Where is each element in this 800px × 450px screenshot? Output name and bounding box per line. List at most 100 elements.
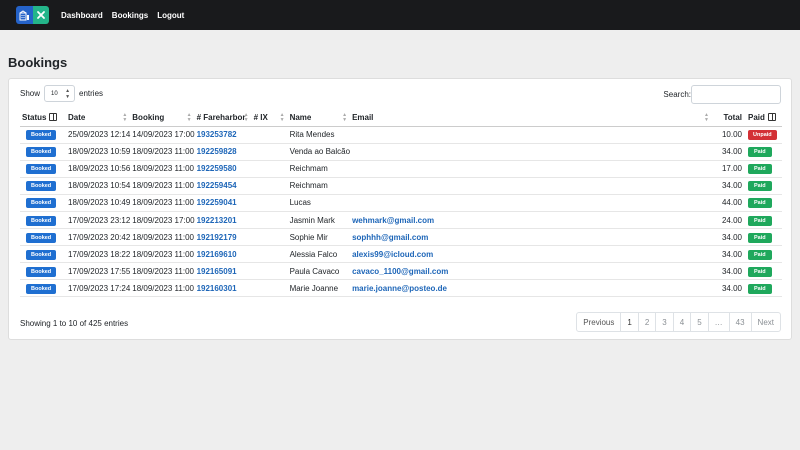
name-cell: Alessia Falco <box>287 245 351 264</box>
fareharbor-link[interactable]: 192259580 <box>197 164 237 173</box>
paid-badge[interactable]: Paid <box>748 283 772 294</box>
header-ix[interactable]: # IX ▲ ▼ <box>251 110 288 127</box>
email-link[interactable]: alexis99@icloud.com <box>352 250 433 259</box>
fareharbor-link[interactable]: 192160301 <box>197 284 237 293</box>
paid-cell: Paid <box>746 279 782 298</box>
status-badge[interactable]: Booked <box>26 130 57 141</box>
name-cell: Reichmam <box>287 160 351 178</box>
table-row[interactable]: Booked 25/09/2023 12:14 14/09/2023 17:00 19… <box>20 126 782 144</box>
nav-bookings[interactable]: Bookings <box>112 11 148 20</box>
email-link[interactable]: marie.joanne@posteo.de <box>352 284 447 293</box>
email-link[interactable]: wehmark@gmail.com <box>352 216 434 225</box>
header-name[interactable]: Name ▲ ▼ <box>287 110 351 127</box>
columns-icon[interactable] <box>49 113 58 122</box>
status-badge[interactable]: Booked <box>26 147 57 158</box>
header-fareharbor[interactable]: # Fareharbor ▲ ▼ <box>194 110 252 127</box>
total-cell: 17.00 <box>712 160 746 178</box>
ix-cell <box>251 279 288 298</box>
entries-label: entries <box>79 89 104 98</box>
name-cell: Venda ao Balcão <box>287 143 351 161</box>
sort-arrows-icon: ▲ ▼ <box>122 112 128 123</box>
ix-cell <box>251 126 288 144</box>
header-booking[interactable]: Booking ▲ ▼ <box>130 110 195 127</box>
table-row[interactable]: Booked 18/09/2023 10:49 18/09/2023 11:00 19… <box>20 194 782 212</box>
fareharbor-link[interactable]: 193253782 <box>197 130 237 139</box>
sort-arrows-icon: ▲ ▼ <box>65 87 71 100</box>
paid-badge[interactable]: Paid <box>748 181 772 192</box>
paid-badge[interactable]: Paid <box>748 266 772 277</box>
fareharbor-cell: 192259580 <box>194 160 252 178</box>
page-previous[interactable]: Previous <box>577 313 620 331</box>
table-row[interactable]: Booked 17/09/2023 18:22 18/09/2023 11:00 19… <box>20 245 782 264</box>
status-badge[interactable]: Booked <box>26 164 57 175</box>
paid-badge[interactable]: Paid <box>748 198 772 209</box>
paid-badge[interactable]: Paid <box>748 249 772 260</box>
paid-badge[interactable]: Paid <box>748 147 772 158</box>
fareharbor-link[interactable]: 192259828 <box>197 147 237 156</box>
table-row[interactable]: Booked 17/09/2023 20:42 18/09/2023 11:00 19… <box>20 228 782 247</box>
total-cell: 34.00 <box>712 143 746 161</box>
table-row[interactable]: Booked 18/09/2023 10:54 18/09/2023 11:00 19… <box>20 177 782 195</box>
booking-cell: 18/09/2023 17:00 <box>130 211 195 230</box>
logo[interactable] <box>16 6 49 24</box>
page-1[interactable]: 1 <box>620 313 637 331</box>
page-next[interactable]: Next <box>750 313 780 331</box>
fareharbor-cell: 193253782 <box>194 126 252 144</box>
total-cell: 44.00 <box>712 194 746 212</box>
booking-cell: 18/09/2023 11:00 <box>130 194 195 212</box>
paid-badge[interactable]: Unpaid <box>748 130 777 141</box>
table-row[interactable]: Booked 18/09/2023 10:59 18/09/2023 11:00 19… <box>20 143 782 161</box>
paid-badge[interactable]: Paid <box>748 232 772 243</box>
table-row[interactable]: Booked 17/09/2023 17:55 18/09/2023 11:00 19… <box>20 262 782 281</box>
table-row[interactable]: Booked 18/09/2023 10:56 18/09/2023 11:00 19… <box>20 160 782 178</box>
page-43[interactable]: 43 <box>728 313 751 331</box>
fareharbor-link[interactable]: 192165091 <box>197 267 237 276</box>
show-label: Show <box>20 89 41 98</box>
booking-cell: 18/09/2023 11:00 <box>130 160 195 178</box>
status-badge[interactable]: Booked <box>26 232 57 243</box>
status-badge[interactable]: Booked <box>26 198 57 209</box>
status-badge[interactable]: Booked <box>26 249 57 260</box>
header-date[interactable]: Date ▲ ▼ <box>66 110 131 127</box>
show-entries: Show 10 ▲ ▼ entries <box>20 85 103 102</box>
paid-badge[interactable]: Paid <box>748 164 772 175</box>
columns-icon[interactable] <box>767 113 776 122</box>
header-status[interactable]: Status <box>20 110 66 127</box>
page-size-select[interactable]: 10 ▲ ▼ <box>44 85 76 102</box>
search-input[interactable] <box>691 85 781 104</box>
sort-arrows-icon: ▲ ▼ <box>243 112 249 123</box>
fareharbor-link[interactable]: 192192179 <box>197 233 237 242</box>
status-badge[interactable]: Booked <box>26 266 57 277</box>
email-link[interactable]: cavaco_1100@gmail.com <box>352 267 448 276</box>
booking-cell: 18/09/2023 11:00 <box>130 228 195 247</box>
header-paid[interactable]: Paid <box>746 110 782 127</box>
table-row[interactable]: Booked 17/09/2023 17:24 18/09/2023 11:00 19… <box>20 279 782 298</box>
paid-cell: Paid <box>746 143 782 161</box>
page-4[interactable]: 4 <box>672 313 690 331</box>
booking-cell: 18/09/2023 11:00 <box>130 177 195 195</box>
header-email[interactable]: Email ▲ ▼ <box>350 110 712 127</box>
fareharbor-cell: 192259041 <box>194 194 252 212</box>
page-3[interactable]: 3 <box>655 313 672 331</box>
fareharbor-link[interactable]: 192259454 <box>197 181 237 190</box>
status-badge[interactable]: Booked <box>26 181 57 192</box>
email-link[interactable]: sophhh@gmail.com <box>352 233 428 242</box>
total-cell: 10.00 <box>712 126 746 144</box>
status-badge[interactable]: Booked <box>26 215 57 226</box>
paid-cell: Paid <box>746 262 782 281</box>
email-cell <box>350 177 712 195</box>
status-cell: Booked <box>20 177 66 195</box>
fareharbor-link[interactable]: 192169610 <box>197 250 237 259</box>
table-row[interactable]: Booked 17/09/2023 23:12 18/09/2023 17:00 19… <box>20 211 782 230</box>
status-badge[interactable]: Booked <box>26 283 57 294</box>
ix-cell <box>251 211 288 230</box>
page-5[interactable]: 5 <box>690 313 707 331</box>
header-total[interactable]: Total <box>712 110 746 127</box>
paid-badge[interactable]: Paid <box>748 215 772 226</box>
page-2[interactable]: 2 <box>637 313 655 331</box>
fareharbor-link[interactable]: 192259041 <box>197 198 237 207</box>
nav-logout[interactable]: Logout <box>157 11 184 20</box>
nav-dashboard[interactable]: Dashboard <box>61 11 103 20</box>
total-cell: 34.00 <box>712 262 746 281</box>
fareharbor-link[interactable]: 192213201 <box>197 216 237 225</box>
